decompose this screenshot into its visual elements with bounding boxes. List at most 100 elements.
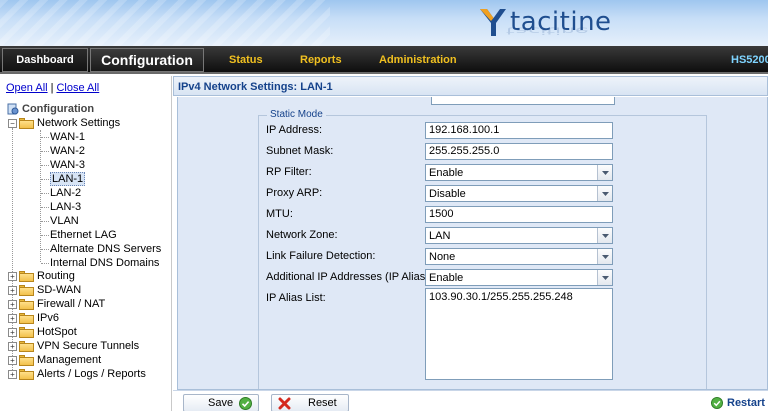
tree-connector	[41, 151, 49, 152]
ip-address-label: IP Address:	[266, 124, 323, 136]
tree-node-firewall-nat[interactable]: + Firewall / NAT	[8, 297, 105, 311]
tree-connector	[41, 207, 49, 208]
reset-button[interactable]: Reset	[271, 394, 349, 411]
collapse-icon[interactable]: −	[8, 118, 17, 128]
nav-administration-link[interactable]: Administration	[379, 54, 457, 66]
additional-ip-label: Additional IP Addresses (IP Alias):	[266, 271, 432, 283]
tree-expand-links: Open All | Close All	[6, 82, 99, 94]
tree-leaf-ethernet-lag[interactable]: Ethernet LAG	[50, 228, 117, 242]
network-zone-select[interactable]: LAN	[425, 227, 613, 244]
tree-node-label: Firewall / NAT	[37, 298, 106, 310]
nav-status-link[interactable]: Status	[229, 54, 263, 66]
settings-panel: IPv4 Network Settings: LAN-1 Static Mode…	[173, 76, 768, 411]
folder-icon	[19, 368, 34, 380]
tree-leaf-vlan[interactable]: VLAN	[50, 214, 79, 228]
tree-node-alerts-logs-reports[interactable]: + Alerts / Logs / Reports	[8, 367, 146, 381]
tree-node-ipv6[interactable]: + IPv6	[8, 311, 59, 325]
ip-alias-textarea[interactable]: 103.90.30.1/255.255.255.248	[425, 288, 613, 380]
expand-icon[interactable]: +	[8, 285, 17, 295]
tree-connector	[41, 137, 49, 138]
tree-leaf-label: VLAN	[50, 215, 79, 227]
ip-address-input[interactable]: 192.168.100.1	[425, 122, 613, 139]
link-failure-select[interactable]: None	[425, 248, 613, 265]
tree-node-management[interactable]: + Management	[8, 353, 101, 367]
expand-icon[interactable]: +	[8, 369, 17, 379]
tree-node-label: IPv6	[37, 312, 60, 324]
tree-node-routing[interactable]: + Routing	[8, 269, 75, 283]
folder-icon	[19, 340, 34, 352]
open-all-link[interactable]: Open All	[6, 82, 48, 94]
expand-icon[interactable]: +	[8, 313, 17, 323]
logo-y-icon	[478, 6, 508, 38]
chevron-down-icon[interactable]	[597, 228, 612, 243]
tree-leaf-wan-1[interactable]: WAN-1	[50, 130, 85, 144]
tree-node-network-settings[interactable]: − Network Settings	[8, 116, 120, 130]
subnet-mask-label: Subnet Mask:	[266, 145, 334, 157]
nav-reports-link[interactable]: Reports	[300, 54, 342, 66]
expand-icon[interactable]: +	[8, 355, 17, 365]
tree-connector	[41, 235, 49, 236]
tree-leaf-label: Alternate DNS Servers	[50, 243, 162, 255]
app-header: tacitine tacitine	[0, 0, 768, 46]
tree-leaf-label: WAN-2	[50, 145, 86, 157]
previous-field-edge	[431, 97, 615, 105]
tree-leaf-alternate-dns-servers[interactable]: Alternate DNS Servers	[50, 242, 161, 256]
tree-connector	[41, 179, 49, 180]
subnet-mask-input[interactable]: 255.255.255.0	[425, 143, 613, 160]
tree-leaf-label: Ethernet LAG	[50, 229, 117, 241]
network-zone-label: Network Zone:	[266, 229, 338, 241]
panel-title: IPv4 Network Settings: LAN-1	[178, 81, 333, 93]
tree-node-label: Management	[37, 354, 102, 366]
tree-node-vpn-secure-tunnels[interactable]: + VPN Secure Tunnels	[8, 339, 139, 353]
restart-services-link[interactable]: Restart Se	[711, 397, 768, 409]
expand-icon[interactable]: +	[8, 341, 17, 351]
mtu-label: MTU:	[266, 208, 293, 220]
device-model: HS5200-8	[731, 54, 768, 66]
folder-icon	[19, 354, 34, 366]
mtu-input[interactable]: 1500	[425, 206, 613, 223]
check-icon	[239, 397, 252, 410]
rp-filter-label: RP Filter:	[266, 166, 312, 178]
folder-icon	[19, 284, 34, 296]
tree-leaf-internal-dns-domains[interactable]: Internal DNS Domains	[50, 256, 159, 270]
tree-leaf-lan-2[interactable]: LAN-2	[50, 186, 81, 200]
button-bar: Save Reset Restart Se	[173, 390, 768, 411]
alias-list-label: IP Alias List:	[266, 292, 326, 304]
additional-ip-value: Enable	[429, 272, 464, 284]
tree-connector	[41, 165, 49, 166]
tree-node-label: VPN Secure Tunnels	[37, 340, 140, 352]
chevron-down-icon[interactable]	[597, 270, 612, 285]
tree-leaf-lan-3[interactable]: LAN-3	[50, 200, 81, 214]
tree-leaf-wan-2[interactable]: WAN-2	[50, 144, 85, 158]
save-button[interactable]: Save	[183, 394, 259, 411]
proxy-arp-value: Disable	[429, 188, 466, 200]
tab-configuration[interactable]: Configuration	[90, 48, 204, 72]
tree-leaf-label: LAN-2	[50, 187, 82, 199]
chevron-down-icon[interactable]	[597, 249, 612, 264]
folder-icon	[19, 270, 34, 282]
tree-leaf-label: LAN-1	[50, 172, 86, 186]
expand-icon[interactable]: +	[8, 299, 17, 309]
tree-leaf-wan-3[interactable]: WAN-3	[50, 158, 85, 172]
rp-filter-select[interactable]: Enable	[425, 164, 613, 181]
tree-connector	[41, 221, 49, 222]
tree-connector	[41, 193, 49, 194]
tab-dashboard[interactable]: Dashboard	[2, 48, 88, 72]
additional-ip-select[interactable]: Enable	[425, 269, 613, 286]
expand-icon[interactable]: +	[8, 271, 17, 281]
tree-node-sd-wan[interactable]: + SD-WAN	[8, 283, 81, 297]
tree-leaf-lan-1[interactable]: LAN-1	[50, 172, 86, 186]
close-all-link[interactable]: Close All	[56, 82, 99, 94]
config-tree-sidebar: Open All | Close All Configuration − Netwo…	[0, 76, 172, 411]
tree-node-hotspot[interactable]: + HotSpot	[8, 325, 77, 339]
tree-node-label: SD-WAN	[37, 284, 82, 296]
chevron-down-icon[interactable]	[597, 186, 612, 201]
restart-label: Restart Se	[727, 397, 768, 409]
tree-node-label: Network Settings	[37, 117, 121, 129]
logo-reflection: tacitine	[506, 24, 589, 36]
tree-connector	[41, 263, 49, 264]
expand-icon[interactable]: +	[8, 327, 17, 337]
tree-leaf-label: LAN-3	[50, 201, 82, 213]
proxy-arp-select[interactable]: Disable	[425, 185, 613, 202]
chevron-down-icon[interactable]	[597, 165, 612, 180]
